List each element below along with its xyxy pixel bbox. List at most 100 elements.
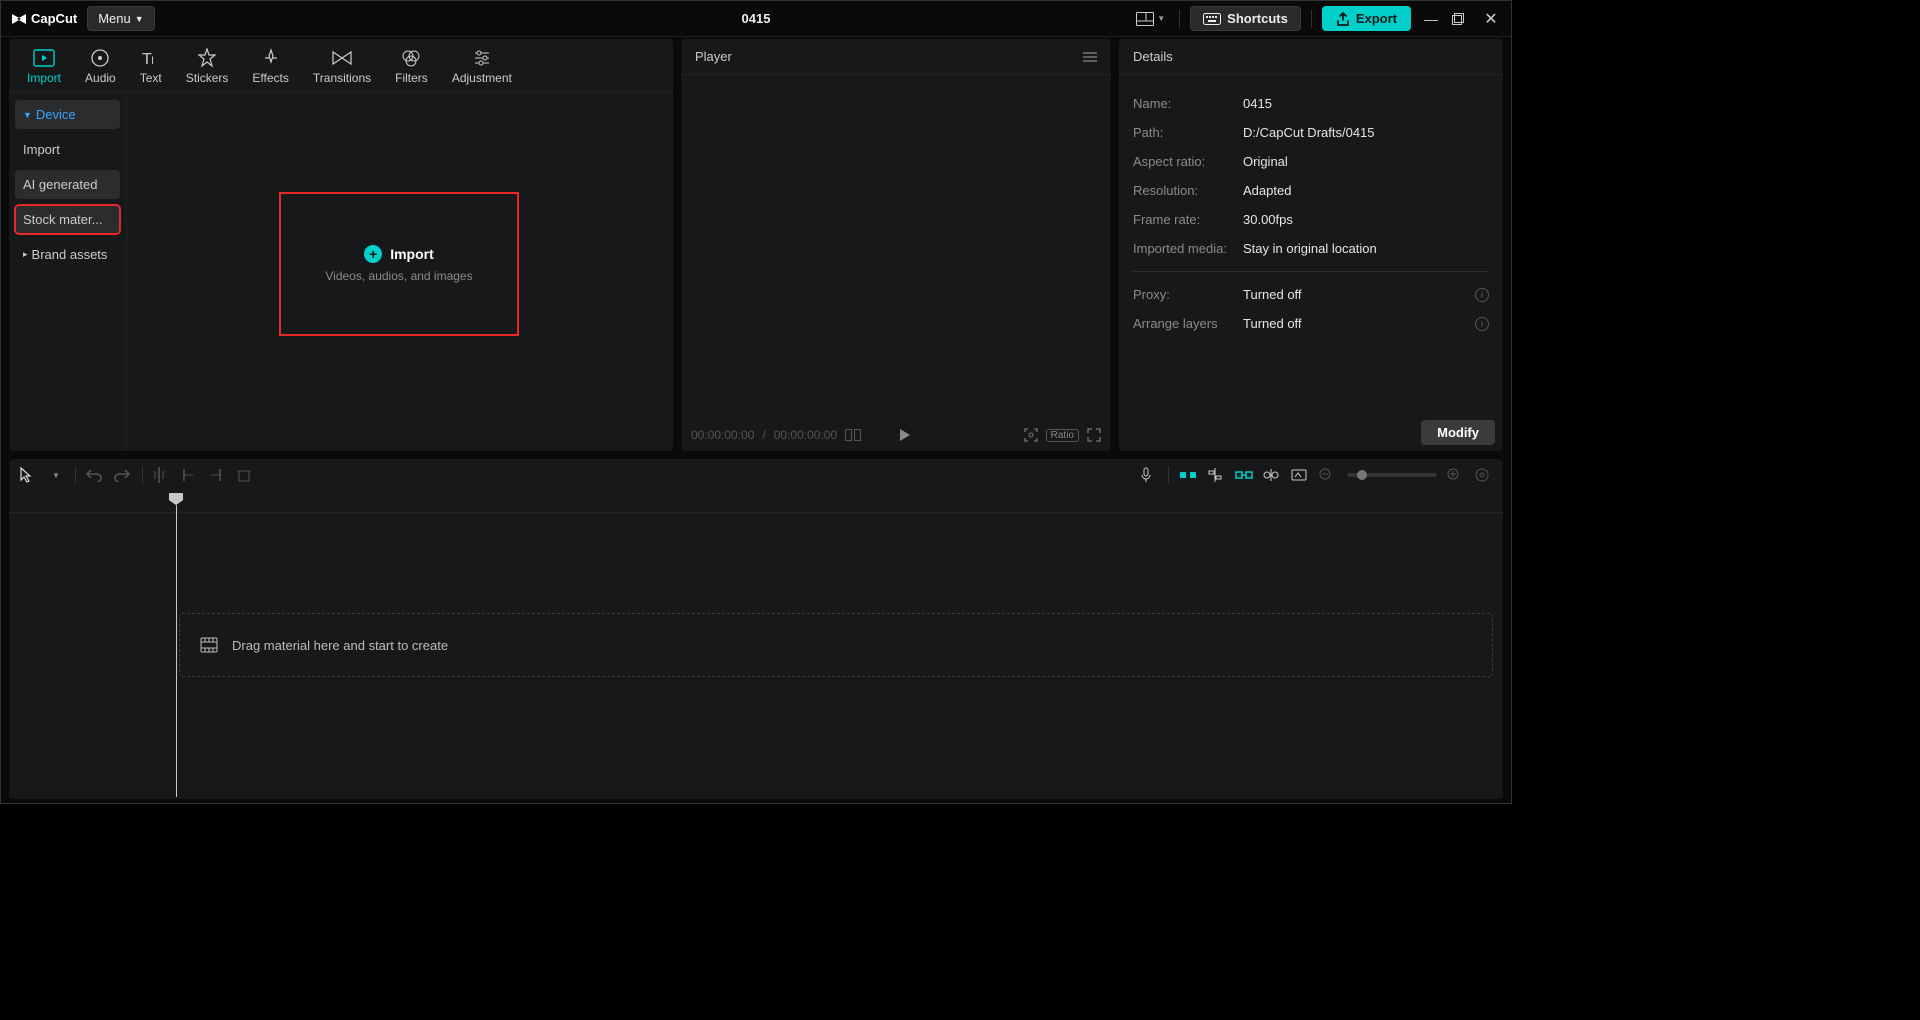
effects-tab-icon	[261, 47, 281, 69]
detail-proxy: Proxy:Turned offi	[1133, 280, 1489, 309]
titlebar: CapCut Menu ▼ 0415 ▼ Shortcuts Export —	[1, 1, 1511, 37]
undo-icon[interactable]	[86, 468, 104, 482]
detail-name: Name:0415	[1133, 89, 1489, 118]
align-icon[interactable]	[1207, 468, 1225, 482]
import-subtext: Videos, audios, and images	[325, 269, 472, 283]
sidebar-item-stock-materials[interactable]: Stock mater...	[15, 205, 120, 234]
zoom-in-icon[interactable]	[1447, 468, 1465, 482]
selection-tool-icon[interactable]	[19, 467, 37, 483]
export-icon	[1336, 12, 1350, 26]
sidebar-item-ai-generated[interactable]: AI generated	[15, 170, 120, 199]
player-panel: Player 00:00:00:00 / 00:00:00:00 Ratio	[681, 39, 1111, 451]
preview-render-icon[interactable]	[1291, 469, 1309, 481]
details-panel: Details Name:0415 Path:D:/CapCut Drafts/…	[1119, 39, 1503, 451]
layout-icon	[1136, 12, 1154, 26]
fullscreen-icon[interactable]	[1087, 428, 1101, 442]
layout-button[interactable]: ▼	[1132, 10, 1169, 28]
import-label: Import	[390, 246, 434, 262]
caret-down-icon: ▼	[23, 110, 32, 120]
mic-icon[interactable]	[1140, 467, 1158, 483]
details-header: Details	[1119, 39, 1503, 75]
detail-framerate: Frame rate:30.00fps	[1133, 205, 1489, 234]
sidebar-item-device[interactable]: ▼Device	[15, 100, 120, 129]
zoom-fit-icon[interactable]	[1475, 468, 1493, 482]
film-icon	[200, 637, 218, 653]
player-header: Player	[681, 39, 1111, 75]
trim-left-icon[interactable]	[181, 467, 199, 483]
window-minimize-icon[interactable]: —	[1421, 11, 1441, 27]
detail-aspect: Aspect ratio:Original	[1133, 147, 1489, 176]
trim-right-icon[interactable]	[209, 467, 227, 483]
media-body: ▼Device Import AI generated Stock mater.…	[9, 92, 673, 451]
player-viewport[interactable]	[681, 75, 1111, 419]
tab-transitions[interactable]: Transitions	[311, 45, 373, 87]
tab-audio[interactable]: Audio	[83, 45, 118, 87]
delete-icon[interactable]	[237, 468, 255, 482]
detail-resolution: Resolution:Adapted	[1133, 176, 1489, 205]
app-window: CapCut Menu ▼ 0415 ▼ Shortcuts Export —	[0, 0, 1512, 804]
media-tabs: Import Audio TI Text Stickers Effects	[9, 39, 673, 92]
split-icon[interactable]	[153, 467, 171, 483]
modify-button[interactable]: Modify	[1421, 420, 1495, 445]
shortcuts-button[interactable]: Shortcuts	[1190, 6, 1301, 31]
player-time-current: 00:00:00:00	[691, 428, 754, 442]
app-logo: CapCut	[11, 11, 77, 27]
player-menu-icon[interactable]	[1083, 52, 1097, 62]
timeline-toolbar: ▼	[9, 459, 1503, 491]
project-title: 0415	[742, 11, 771, 26]
capcut-logo-icon	[11, 11, 27, 27]
playhead-handle-icon[interactable]	[169, 493, 183, 505]
details-title: Details	[1133, 49, 1173, 64]
detail-imported: Imported media:Stay in original location	[1133, 234, 1489, 263]
details-body: Name:0415 Path:D:/CapCut Drafts/0415 Asp…	[1119, 75, 1503, 414]
preview-track-icon[interactable]	[1263, 468, 1281, 482]
filters-tab-icon	[401, 47, 421, 69]
info-icon[interactable]: i	[1475, 317, 1489, 331]
stickers-tab-icon	[197, 47, 217, 69]
tab-filters[interactable]: Filters	[393, 45, 430, 87]
caret-right-icon: ▸	[23, 249, 28, 260]
text-tab-icon: TI	[141, 47, 161, 69]
detail-path: Path:D:/CapCut Drafts/0415	[1133, 118, 1489, 147]
chevron-down-icon: ▼	[1157, 14, 1165, 23]
timeline-drop-track[interactable]: Drag material here and start to create	[179, 613, 1493, 677]
compare-icon[interactable]	[845, 429, 861, 441]
snap-main-icon[interactable]	[1179, 469, 1197, 481]
window-maximize-icon[interactable]	[1451, 12, 1471, 26]
timeline-ruler[interactable]	[9, 491, 1503, 513]
main-row: Import Audio TI Text Stickers Effects	[1, 39, 1511, 451]
import-dropzone[interactable]: + Import Videos, audios, and images	[279, 192, 519, 336]
detail-arrange: Arrange layersTurned offi	[1133, 309, 1489, 338]
tool-chevron-down-icon[interactable]: ▼	[47, 471, 65, 480]
window-close-icon[interactable]: ✕	[1481, 9, 1501, 29]
tab-import[interactable]: Import	[25, 45, 63, 87]
tab-stickers[interactable]: Stickers	[184, 45, 231, 87]
redo-icon[interactable]	[114, 468, 132, 482]
snap-linked-icon[interactable]	[1235, 469, 1253, 481]
scan-icon[interactable]	[1024, 428, 1038, 442]
separator	[1179, 10, 1180, 28]
play-icon[interactable]	[869, 428, 941, 442]
player-time-total: 00:00:00:00	[774, 428, 837, 442]
chevron-down-icon: ▼	[135, 14, 144, 24]
player-controls: 00:00:00:00 / 00:00:00:00 Ratio	[681, 419, 1111, 451]
ratio-button[interactable]: Ratio	[1046, 429, 1079, 442]
timeline-panel: Drag material here and start to create	[9, 491, 1503, 799]
sidebar-item-import[interactable]: Import	[15, 135, 120, 164]
tab-adjustment[interactable]: Adjustment	[450, 45, 514, 87]
menu-button[interactable]: Menu ▼	[87, 6, 154, 31]
zoom-slider-thumb[interactable]	[1357, 470, 1367, 480]
player-title: Player	[695, 49, 732, 64]
export-button[interactable]: Export	[1322, 6, 1411, 31]
details-footer: Modify	[1119, 414, 1503, 451]
info-icon[interactable]: i	[1475, 288, 1489, 302]
separator	[1311, 10, 1312, 28]
tab-effects[interactable]: Effects	[250, 45, 290, 87]
svg-text:I: I	[151, 55, 154, 67]
tab-text[interactable]: TI Text	[138, 45, 164, 87]
zoom-out-icon[interactable]	[1319, 468, 1337, 482]
audio-tab-icon	[90, 47, 110, 69]
sidebar-item-brand-assets[interactable]: ▸Brand assets	[15, 240, 120, 269]
titlebar-right: ▼ Shortcuts Export — ✕	[1132, 6, 1501, 31]
zoom-slider[interactable]	[1347, 473, 1437, 477]
